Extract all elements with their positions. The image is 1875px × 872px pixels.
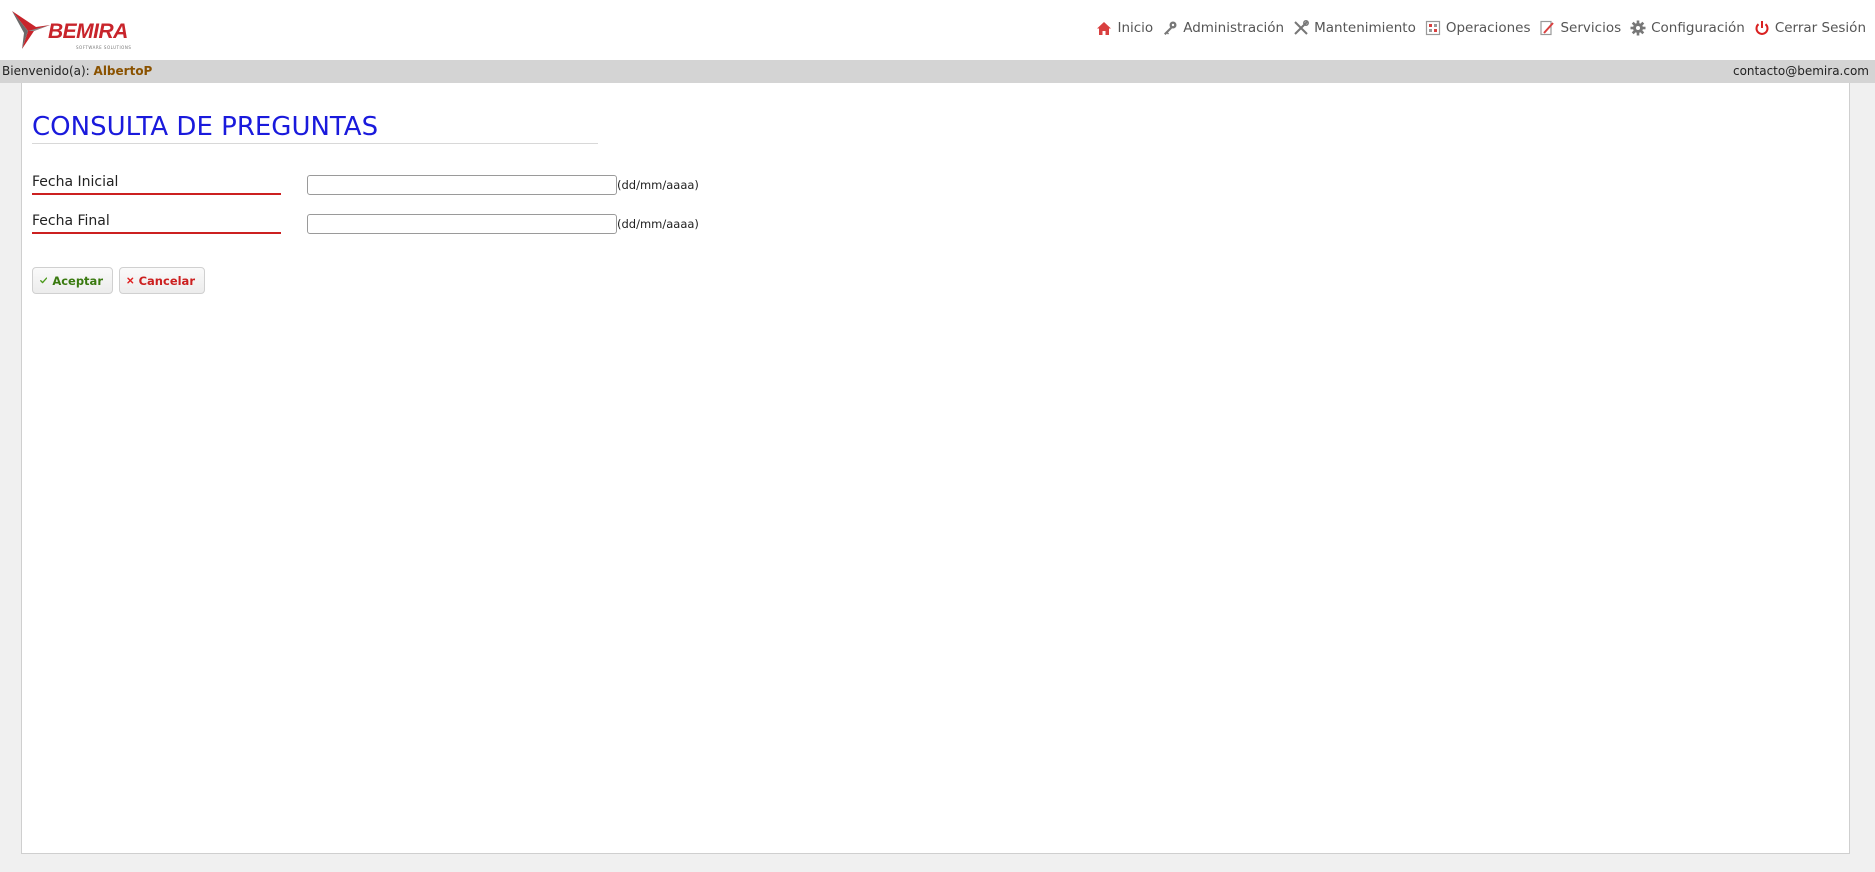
- main-nav: Inicio Administración Mantenimiento Oper…: [1096, 16, 1875, 40]
- nav-label: Operaciones: [1445, 20, 1531, 36]
- power-icon: [1755, 21, 1769, 35]
- calculator-icon: [1425, 20, 1440, 36]
- logo-wordmark: BEMIRA: [48, 20, 128, 43]
- header: BEMIRA SOFTWARE SOLUTIONS Inicio Adminis…: [0, 0, 1875, 60]
- fecha-final-format-hint: (dd/mm/aaaa): [617, 217, 699, 231]
- nav-label: Configuración: [1651, 20, 1745, 36]
- fecha-inicial-label: Fecha Inicial: [32, 173, 281, 195]
- cancel-button-label: Cancelar: [138, 273, 195, 288]
- nav-item-cerrar-sesion[interactable]: Cerrar Sesión: [1754, 20, 1866, 36]
- nav-label: Mantenimiento: [1314, 20, 1416, 36]
- nav-item-configuracion[interactable]: Configuración: [1630, 20, 1745, 36]
- welcome-bar: Bienvenido(a): AlbertoP contacto@bemira.…: [0, 60, 1875, 83]
- accept-button-label: Aceptar: [52, 273, 103, 288]
- logo-tagline: SOFTWARE SOLUTIONS: [76, 45, 132, 50]
- close-icon: [127, 277, 134, 284]
- tools-icon: [1294, 20, 1310, 35]
- logo-star-icon: [12, 11, 50, 49]
- key-icon: [1164, 21, 1177, 35]
- contact-email: contacto@bemira.com: [1732, 64, 1869, 78]
- gear-icon: [1630, 20, 1646, 36]
- nav-item-inicio[interactable]: Inicio: [1096, 20, 1153, 36]
- cancel-button[interactable]: Cancelar: [119, 267, 205, 294]
- nav-label: Inicio: [1117, 20, 1154, 36]
- nav-item-servicios[interactable]: Servicios: [1539, 20, 1621, 36]
- fecha-inicial-format-hint: (dd/mm/aaaa): [617, 178, 699, 192]
- nav-item-mantenimiento[interactable]: Mantenimiento: [1293, 20, 1416, 36]
- welcome-username: AlbertoP: [93, 64, 153, 78]
- main-content: CONSULTA DE PREGUNTAS Fecha Inicial (dd/…: [21, 83, 1850, 854]
- accept-button[interactable]: Aceptar: [32, 267, 113, 294]
- nav-item-operaciones[interactable]: Operaciones: [1425, 20, 1531, 36]
- nav-label: Servicios: [1560, 20, 1622, 36]
- welcome-prefix: Bienvenido(a):: [2, 64, 90, 78]
- fecha-inicial-input[interactable]: [307, 175, 617, 195]
- bemira-logo[interactable]: BEMIRA SOFTWARE SOLUTIONS: [10, 9, 140, 51]
- checkmark-icon: [40, 277, 48, 284]
- home-icon: [1097, 21, 1112, 35]
- edit-document-icon: [1540, 20, 1555, 36]
- page-title: CONSULTA DE PREGUNTAS: [32, 112, 598, 144]
- fecha-final-input[interactable]: [307, 214, 617, 234]
- welcome-message: Bienvenido(a): AlbertoP: [2, 64, 152, 78]
- fecha-final-label: Fecha Final: [32, 212, 281, 234]
- nav-item-administracion[interactable]: Administración: [1162, 20, 1284, 36]
- nav-label: Administración: [1183, 20, 1285, 36]
- nav-label: Cerrar Sesión: [1774, 20, 1866, 36]
